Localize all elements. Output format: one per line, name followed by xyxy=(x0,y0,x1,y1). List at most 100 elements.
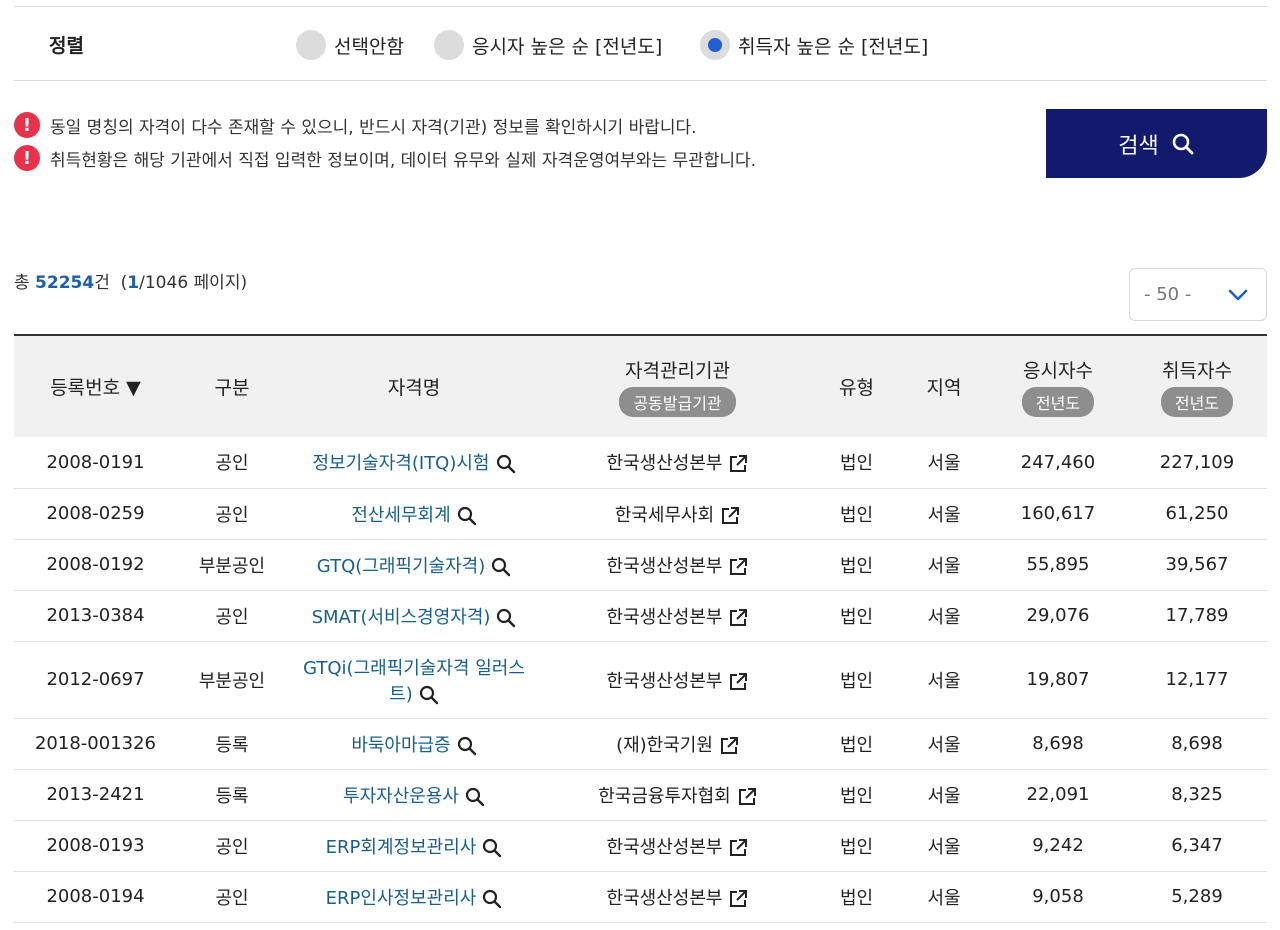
cell-applicants: 29,076 xyxy=(989,590,1127,642)
cell-acquirers: 39,567 xyxy=(1127,539,1267,591)
qualification-name-link[interactable]: GTQi(그래픽기술자격 일러스 트) xyxy=(303,658,525,705)
cell-type: 공인 xyxy=(177,437,287,489)
institution-link[interactable]: 한국생산성본부 xyxy=(607,453,723,474)
external-link-icon[interactable] xyxy=(737,787,757,807)
external-link-icon[interactable] xyxy=(728,557,748,577)
external-link-icon[interactable] xyxy=(719,736,739,756)
qualification-name-link[interactable]: SMAT(서비스경영자격) xyxy=(312,607,491,628)
table-row: 2018-001326 등록 바둑아마급증 (재)한국기원 법인 서울 8,698 8,698 xyxy=(14,718,1267,770)
page-current: 1 xyxy=(127,273,140,293)
cell-applicants: 22,091 xyxy=(989,769,1127,821)
external-link-icon[interactable] xyxy=(720,506,740,526)
per-page-select[interactable]: - 50 - xyxy=(1129,268,1267,321)
cell-applicants: 19,807 xyxy=(989,641,1127,719)
cell-type: 공인 xyxy=(177,820,287,872)
cell-applicants: 247,460 xyxy=(989,437,1127,489)
sort-option-label: 응시자 높은 순 [전년도] xyxy=(472,35,663,58)
cell-inst: 한국생산성본부 xyxy=(541,641,814,719)
institution-link[interactable]: 한국생산성본부 xyxy=(607,607,723,628)
search-icon[interactable] xyxy=(496,608,516,628)
notice-line: ! 동일 명칭의 자격이 다수 존재할 수 있으니, 반드시 자격(기관) 정보… xyxy=(14,112,697,138)
qualification-name-link[interactable]: ERP회계정보관리사 xyxy=(326,837,477,858)
header-type: 구분 xyxy=(214,377,250,399)
external-link-icon[interactable] xyxy=(728,454,748,474)
qualification-name-link[interactable]: ERP인사정보관리사 xyxy=(326,888,477,909)
cell-kind: 법인 xyxy=(814,437,899,489)
cell-applicants: 8,698 xyxy=(989,718,1127,770)
search-button[interactable]: 검색 xyxy=(1046,109,1267,178)
cell-name: 정보기술자격(ITQ)시험 xyxy=(287,437,541,489)
search-icon[interactable] xyxy=(457,736,477,756)
table-row: 2008-0259 공인 전산세무회계 한국세무사회 법인 서울 160,617 61,250 xyxy=(14,488,1267,540)
search-icon[interactable] xyxy=(457,506,477,526)
search-icon[interactable] xyxy=(491,557,511,577)
external-link-icon[interactable] xyxy=(728,608,748,628)
table-row: 2008-0193 공인 ERP회계정보관리사 한국생산성본부 법인 서울 9,242 6,3… xyxy=(14,820,1267,872)
header-acquirers-label: 취득자수 xyxy=(1162,360,1232,382)
institution-link[interactable]: 한국생산성본부 xyxy=(607,888,723,909)
search-icon xyxy=(1172,133,1194,154)
cell-type: 등록 xyxy=(177,769,287,821)
header-kind: 유형 xyxy=(839,377,874,399)
qualification-name-link[interactable]: 바둑아마급증 xyxy=(351,735,450,756)
cell-inst: 한국생산성본부 xyxy=(541,539,814,591)
cell-inst: 한국생산성본부 xyxy=(541,437,814,489)
sort-option-label: 선택안함 xyxy=(334,35,404,58)
qualification-name-link[interactable]: 투자자산운용사 xyxy=(343,786,459,807)
page-rest: /1046 페이지) xyxy=(139,273,248,293)
search-icon[interactable] xyxy=(419,685,439,705)
qualification-name-link[interactable]: GTQ(그래픽기술자격) xyxy=(317,556,485,577)
search-icon[interactable] xyxy=(496,454,516,474)
cell-name: 투자자산운용사 xyxy=(287,769,541,821)
institution-link[interactable]: 한국세무사회 xyxy=(615,505,714,526)
qualification-name-link[interactable]: 정보기술자격(ITQ)시험 xyxy=(313,453,490,474)
cell-name: ERP인사정보관리사 xyxy=(287,871,541,923)
header-acquirers: 취득자수 전년도 xyxy=(1127,335,1267,437)
search-icon[interactable] xyxy=(465,787,485,807)
header-reg-no[interactable]: 등록번호 ▼ xyxy=(14,335,177,437)
external-link-icon[interactable] xyxy=(728,672,748,692)
cell-reg-no: 2018-001326 xyxy=(14,718,177,770)
sort-option-none[interactable]: 선택안함 xyxy=(296,30,404,60)
sort-title: 정렬 xyxy=(49,35,84,57)
radio-circle-selected[interactable] xyxy=(700,30,730,60)
cell-region: 서울 xyxy=(899,488,989,540)
institution-link[interactable]: 한국금융투자협회 xyxy=(598,786,730,807)
search-icon[interactable] xyxy=(482,889,502,909)
cell-reg-no: 2008-0194 xyxy=(14,871,177,923)
institution-link[interactable]: 한국생산성본부 xyxy=(607,556,723,577)
cell-acquirers: 8,698 xyxy=(1127,718,1267,770)
table-row: 2013-0384 공인 SMAT(서비스경영자격) 한국생산성본부 법인 서울 29,07… xyxy=(14,590,1267,642)
cell-kind: 법인 xyxy=(814,820,899,872)
notice-line: ! 취득현황은 해당 기관에서 직접 입력한 정보이며, 데이터 유무와 실제 … xyxy=(14,145,756,171)
cell-inst: 한국생산성본부 xyxy=(541,590,814,642)
sort-option-applicants[interactable]: 응시자 높은 순 [전년도] xyxy=(434,30,662,60)
count-prefix: 총 xyxy=(14,273,30,293)
radio-circle[interactable] xyxy=(434,30,464,60)
cell-acquirers: 6,347 xyxy=(1127,820,1267,872)
external-link-icon[interactable] xyxy=(728,889,748,909)
exclamation-icon: ! xyxy=(14,145,40,171)
search-icon[interactable] xyxy=(482,838,502,858)
institution-link[interactable]: 한국생산성본부 xyxy=(607,671,723,692)
cell-region: 서울 xyxy=(899,590,989,642)
qualification-name-link[interactable]: 전산세무회계 xyxy=(351,505,450,526)
sort-option-acquirers[interactable]: 취득자 높은 순 [전년도] xyxy=(700,30,928,60)
institution-link[interactable]: 한국생산성본부 xyxy=(607,837,723,858)
count-unit: 건 xyxy=(94,273,110,293)
cell-kind: 법인 xyxy=(814,488,899,540)
cell-acquirers: 5,289 xyxy=(1127,871,1267,923)
cell-region: 서울 xyxy=(899,437,989,489)
institution-link[interactable]: (재)한국기원 xyxy=(616,735,713,756)
external-link-icon[interactable] xyxy=(728,838,748,858)
qualification-table: 등록번호 ▼ 구분 자격명 자격관리기관 공동발급기관 유형 지역 응시자수 전… xyxy=(14,334,1267,923)
cell-name: ERP회계정보관리사 xyxy=(287,820,541,872)
chevron-down-icon xyxy=(1228,289,1248,301)
cell-reg-no: 2013-0384 xyxy=(14,590,177,642)
radio-circle[interactable] xyxy=(296,30,326,60)
cell-inst: 한국세무사회 xyxy=(541,488,814,540)
cell-inst: 한국생산성본부 xyxy=(541,871,814,923)
cell-name: GTQi(그래픽기술자격 일러스 트) xyxy=(287,641,541,719)
table-row: 2013-2421 등록 투자자산운용사 한국금융투자협회 법인 서울 22,091 8,32… xyxy=(14,769,1267,821)
header-inst: 자격관리기관 공동발급기관 xyxy=(541,335,814,437)
